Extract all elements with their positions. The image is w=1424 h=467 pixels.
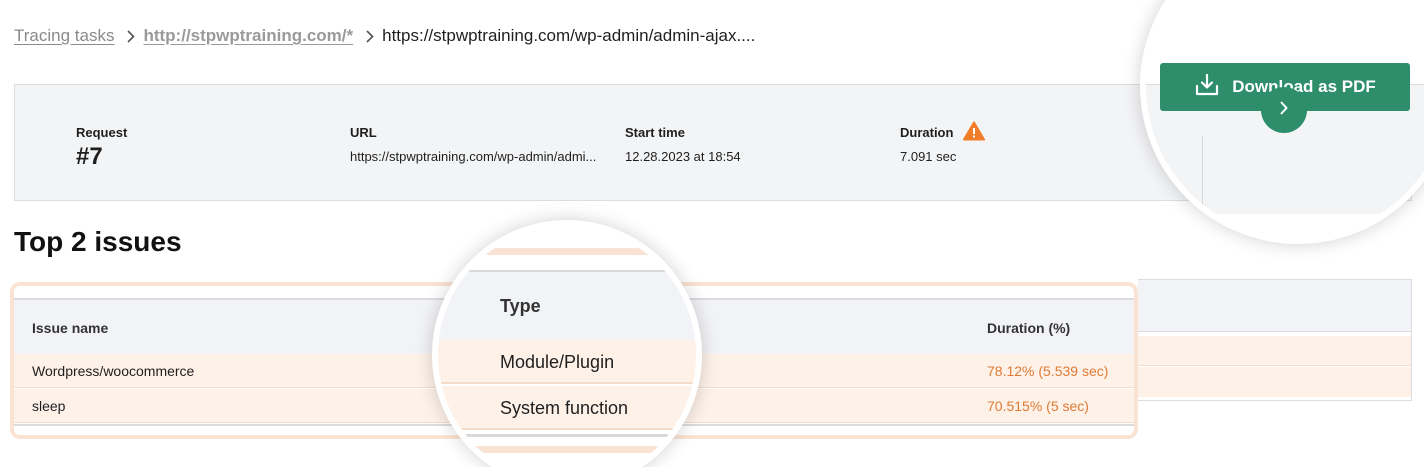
duration-label-row: Duration <box>900 121 986 144</box>
warning-triangle-icon[interactable] <box>963 121 986 144</box>
breadcrumb-task-url[interactable]: http://stpwptraining.com/* <box>143 26 353 46</box>
chevron-right-icon <box>366 29 374 43</box>
breadcrumb: Tracing tasks http://stpwptraining.com/*… <box>14 24 755 48</box>
issue-duration-cell: 70.515% (5 sec) <box>987 398 1089 414</box>
next-request-button[interactable] <box>1261 87 1307 133</box>
column-header-type[interactable]: Type <box>500 296 541 317</box>
column-header-duration[interactable]: Duration (%) <box>987 320 1070 336</box>
request-field: Request #7 <box>76 123 127 171</box>
highlight-border <box>438 446 696 453</box>
duration-value: 7.091 sec <box>900 149 957 164</box>
table-header-background <box>1138 280 1411 332</box>
url-label: URL <box>350 124 377 140</box>
issue-name-cell: Wordpress/woocommerce <box>32 363 195 379</box>
start-time-value: 12.28.2023 at 18:54 <box>625 149 741 164</box>
type-column-header <box>438 270 696 340</box>
request-number: #7 <box>76 143 103 170</box>
url-field: URL https://stpwptraining.com/wp-admin/a… <box>350 123 622 165</box>
duration-field: Duration 7.091 sec <box>900 121 986 164</box>
issue-duration-cell: 78.12% (5.539 sec) <box>987 363 1109 379</box>
url-value: https://stpwptraining.com/wp-admin/admi.… <box>350 149 597 164</box>
chevron-right-icon <box>127 29 136 43</box>
start-time-field: Start time 12.28.2023 at 18:54 <box>625 123 741 165</box>
highlight-border <box>438 248 696 255</box>
issue-type-cell: System function <box>500 398 629 418</box>
issue-type-cell: Module/Plugin <box>500 352 615 372</box>
start-time-label: Start time <box>625 124 685 140</box>
request-label: Request <box>76 124 128 140</box>
chevron-right-icon <box>1279 100 1289 121</box>
issues-table-background <box>1138 279 1412 401</box>
type-row: Module/Plugin <box>438 340 696 384</box>
table-row-background <box>1138 367 1411 397</box>
table-row-background <box>1138 336 1411 366</box>
divider <box>1202 136 1203 206</box>
issues-title: Top 2 issues <box>14 226 182 257</box>
breadcrumb-current-request: https://stpwptraining.com/wp-admin/admin… <box>382 26 756 45</box>
column-header-issue-name[interactable]: Issue name <box>32 320 108 336</box>
download-icon <box>1194 73 1220 102</box>
duration-label: Duration <box>900 124 954 140</box>
type-column-magnifier: Type Module/Plugin System function <box>432 220 702 467</box>
breadcrumb-tracing-tasks[interactable]: Tracing tasks <box>14 26 114 46</box>
download-pdf-label: Download as PDF <box>1232 77 1376 96</box>
issue-name-cell: sleep <box>32 398 66 414</box>
table-footer-line <box>438 434 696 437</box>
type-row: System function <box>438 386 696 430</box>
